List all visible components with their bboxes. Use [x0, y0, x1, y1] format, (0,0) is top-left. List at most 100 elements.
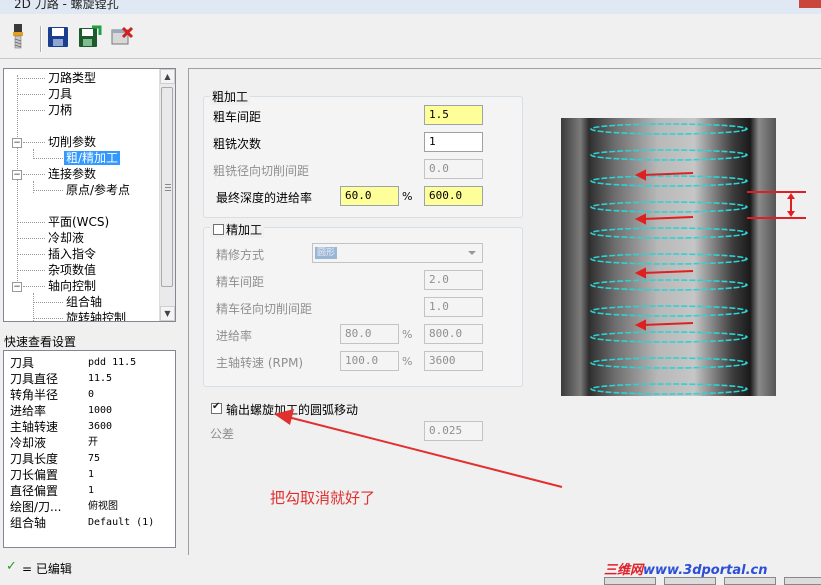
- cancel-icon[interactable]: [108, 22, 136, 52]
- arc-output-checkbox[interactable]: [211, 401, 222, 414]
- rough-radial-label: 粗铣径向切削间距: [213, 164, 310, 178]
- tree-line: [33, 302, 63, 303]
- toolbar: [0, 14, 821, 59]
- finish-radial-label: 精车径向切削间距: [216, 302, 313, 316]
- tree-item-misc[interactable]: 杂项数值: [46, 262, 98, 278]
- finish-method-select[interactable]: 圆形: [312, 243, 483, 263]
- tree-line: [17, 270, 45, 271]
- tree-item-insert-cmd[interactable]: 插入指令: [46, 246, 98, 262]
- finish-feed-input[interactable]: 800.0: [424, 324, 483, 344]
- grip-line: [165, 190, 171, 191]
- ok-button[interactable]: [604, 577, 656, 585]
- tree-item-cut-params[interactable]: 切削参数: [46, 134, 98, 150]
- qv-key: 绘图/刀...: [10, 500, 62, 514]
- chevron-down-icon: [468, 251, 476, 255]
- tree-item-holder[interactable]: 刀柄: [46, 102, 74, 118]
- scroll-down-icon[interactable]: ▼: [160, 306, 175, 321]
- tree-line: [17, 254, 45, 255]
- cancel-button[interactable]: [664, 577, 716, 585]
- apply-button[interactable]: [784, 577, 821, 585]
- rough-step-input[interactable]: 1.5: [424, 105, 483, 125]
- qv-key: 进给率: [10, 404, 47, 418]
- watermark-brand: 三维网: [604, 563, 644, 578]
- qv-value: 11.5: [88, 373, 113, 384]
- finish-step-input[interactable]: 2.0: [424, 270, 483, 290]
- qv-key: 组合轴: [10, 516, 47, 530]
- tree-item-label: 粗/精加工: [64, 151, 121, 165]
- qv-value: pdd 11.5: [88, 357, 137, 368]
- finish-spindle-input[interactable]: 3600: [424, 351, 483, 371]
- scroll-up-icon[interactable]: ▲: [160, 69, 175, 84]
- collapse-icon[interactable]: −: [12, 170, 22, 180]
- finish-feed-label: 进给率: [216, 329, 253, 343]
- tree-item-label: 平面(WCS): [48, 215, 110, 229]
- percent-sign: %: [402, 355, 413, 368]
- qv-value: 开: [88, 437, 98, 448]
- tree-item-axis-control[interactable]: 轴向控制: [46, 278, 98, 294]
- tree-line: [17, 222, 45, 223]
- tree-item-label: 轴向控制: [48, 279, 97, 293]
- finish-spindle-label: 主轴转速 (RPM): [216, 356, 304, 370]
- helix-preview-image: [561, 118, 776, 396]
- qv-key: 刀具长度: [10, 452, 59, 466]
- tree-item-tool[interactable]: 刀具: [46, 86, 74, 102]
- tree-item-plane[interactable]: 平面(WCS): [46, 214, 111, 230]
- qv-value: 0: [88, 389, 95, 400]
- tree-line: [17, 94, 45, 95]
- toolbar-separator: [40, 26, 42, 52]
- tree-item-link-params[interactable]: 连接参数: [46, 166, 98, 182]
- save-icon[interactable]: [44, 22, 72, 52]
- status-text: = 已编辑: [22, 562, 72, 576]
- tree-item-label: 切削参数: [48, 135, 97, 149]
- tree-line: [33, 158, 63, 159]
- help-button[interactable]: [724, 577, 776, 585]
- qv-key: 主轴转速: [10, 420, 59, 434]
- quickview-panel: 刀具 pdd 11.5 刀具直径 11.5 转角半径 0 进给率 1000 主轴…: [3, 350, 176, 548]
- qv-key: 转角半径: [10, 388, 59, 402]
- collapse-icon[interactable]: −: [12, 282, 22, 292]
- tree-line: [23, 174, 45, 175]
- close-button[interactable]: [799, 0, 821, 8]
- rough-radial-input[interactable]: 0.0: [424, 159, 483, 179]
- finish-method-label: 精修方式: [216, 248, 265, 262]
- watermark: 三维网www.3dportal.cn: [604, 559, 768, 578]
- tree-item-axis-combo[interactable]: 组合轴: [64, 294, 104, 310]
- tree-line: [17, 110, 45, 111]
- save-as-icon[interactable]: [76, 22, 104, 52]
- finish-title: 精加工: [226, 223, 263, 237]
- final-feed-input[interactable]: 600.0: [424, 186, 483, 206]
- rough-passes-input[interactable]: 1: [424, 132, 483, 152]
- collapse-icon[interactable]: −: [12, 138, 22, 148]
- tree-line: [23, 142, 45, 143]
- qv-value: 1: [88, 469, 95, 480]
- annotation-text: 把勾取消就好了: [270, 489, 376, 507]
- scroll-thumb[interactable]: [161, 87, 173, 287]
- tree-item-rotary-axis[interactable]: 旋转轴控制: [64, 310, 128, 321]
- qv-key: 刀具直径: [10, 372, 59, 386]
- qv-key: 冷却液: [10, 436, 47, 450]
- tree-item-label: 原点/参考点: [66, 183, 131, 197]
- tree-line: [33, 181, 34, 193]
- finish-checkbox[interactable]: [213, 224, 224, 235]
- watermark-url: www.3dportal.cn: [643, 563, 768, 578]
- finish-spindle-percent-input[interactable]: 100.0: [340, 351, 399, 371]
- tree-item-label: 冷却液: [48, 231, 85, 245]
- tree-item-label: 组合轴: [66, 295, 103, 309]
- finish-radial-input[interactable]: 1.0: [424, 297, 483, 317]
- tool-icon[interactable]: [4, 22, 32, 52]
- finish-feed-percent-input[interactable]: 80.0: [340, 324, 399, 344]
- tree-item-rough-finish[interactable]: 粗/精加工: [64, 150, 121, 166]
- tree-item-home-ref[interactable]: 原点/参考点: [64, 182, 132, 198]
- tree-line: [33, 293, 34, 321]
- rough-step-label: 粗车间距: [213, 110, 262, 124]
- qv-value: 75: [88, 453, 101, 464]
- tree-scrollbar[interactable]: ▲ ▼: [159, 69, 175, 321]
- tree-line: [33, 190, 63, 191]
- qv-key: 直径偏置: [10, 484, 59, 498]
- tree-item-label: 刀路类型: [48, 71, 97, 85]
- qv-value: 3600: [88, 421, 113, 432]
- tree-item-label: 杂项数值: [48, 263, 97, 277]
- tree-item-coolant[interactable]: 冷却液: [46, 230, 86, 246]
- tree-item-toolpath-type[interactable]: 刀路类型: [46, 70, 98, 86]
- final-feed-percent-input[interactable]: 60.0: [340, 186, 399, 206]
